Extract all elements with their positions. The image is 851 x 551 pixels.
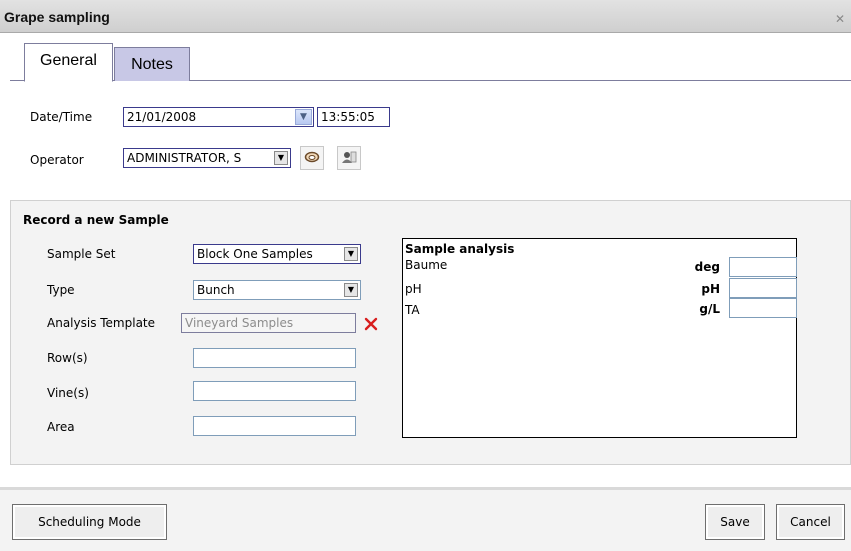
- analysis-row-name: TA: [405, 303, 420, 317]
- operator-lookup-button[interactable]: [300, 146, 324, 170]
- baume-input[interactable]: [729, 257, 797, 277]
- operator-lookup-icon: [304, 151, 320, 166]
- time-value: 13:55:05: [321, 110, 375, 124]
- title-bar: Grape sampling ✕: [0, 0, 851, 33]
- tab-notes[interactable]: Notes: [114, 47, 190, 81]
- sample-set-value: Block One Samples: [197, 247, 313, 261]
- type-select[interactable]: Bunch ▼: [193, 280, 361, 300]
- tab-general[interactable]: General: [24, 43, 113, 82]
- window-title: Grape sampling: [4, 9, 110, 25]
- operator-select[interactable]: ADMINISTRATOR, S ▼: [123, 148, 291, 168]
- chevron-down-icon[interactable]: ▼: [344, 247, 358, 261]
- sample-set-label: Sample Set: [47, 247, 116, 261]
- template-field: Vineyard Samples: [181, 313, 356, 333]
- datetime-label: Date/Time: [30, 110, 93, 124]
- rows-label: Row(s): [47, 351, 88, 365]
- operator-badge-button[interactable]: [337, 146, 361, 170]
- sample-set-select[interactable]: Block One Samples ▼: [193, 244, 361, 264]
- analysis-row-name: pH: [405, 282, 422, 296]
- area-label: Area: [47, 420, 75, 434]
- analysis-row-name: Baume: [405, 258, 448, 272]
- ph-input[interactable]: [729, 278, 797, 298]
- chevron-down-icon[interactable]: ▼: [274, 151, 288, 165]
- chevron-down-icon[interactable]: ▼: [295, 109, 312, 125]
- time-field[interactable]: 13:55:05: [317, 107, 390, 127]
- date-field[interactable]: 21/01/2008 ▼: [123, 107, 314, 127]
- date-value: 21/01/2008: [127, 110, 197, 124]
- ta-input[interactable]: [729, 298, 797, 318]
- template-label: Analysis Template: [47, 316, 156, 330]
- close-icon[interactable]: ✕: [833, 12, 847, 26]
- vines-label: Vine(s): [47, 386, 89, 400]
- sample-analysis-panel: Sample analysis Baume deg pH pH TA g/L: [402, 238, 797, 438]
- chevron-down-icon[interactable]: ▼: [344, 283, 358, 297]
- analysis-title: Sample analysis: [405, 242, 515, 256]
- analysis-row-unit: g/L: [699, 302, 720, 316]
- type-value: Bunch: [197, 283, 235, 297]
- template-value: Vineyard Samples: [185, 316, 294, 330]
- rows-input[interactable]: [193, 348, 356, 368]
- analysis-row-unit: pH: [701, 282, 720, 296]
- badge-icon: [341, 150, 357, 167]
- operator-value: ADMINISTRATOR, S: [127, 151, 242, 165]
- type-label: Type: [47, 283, 75, 297]
- operator-label: Operator: [30, 153, 84, 167]
- dialog-footer: Scheduling Mode Save Cancel: [0, 487, 851, 551]
- scheduling-mode-button[interactable]: Scheduling Mode: [12, 504, 167, 540]
- section-title: Record a new Sample: [23, 213, 169, 227]
- vines-input[interactable]: [193, 381, 356, 401]
- clear-x-icon[interactable]: [361, 314, 381, 334]
- area-input[interactable]: [193, 416, 356, 436]
- save-button[interactable]: Save: [705, 504, 765, 540]
- tab-strip: General Notes: [10, 33, 851, 82]
- cancel-button[interactable]: Cancel: [776, 504, 845, 540]
- analysis-row-unit: deg: [694, 260, 720, 274]
